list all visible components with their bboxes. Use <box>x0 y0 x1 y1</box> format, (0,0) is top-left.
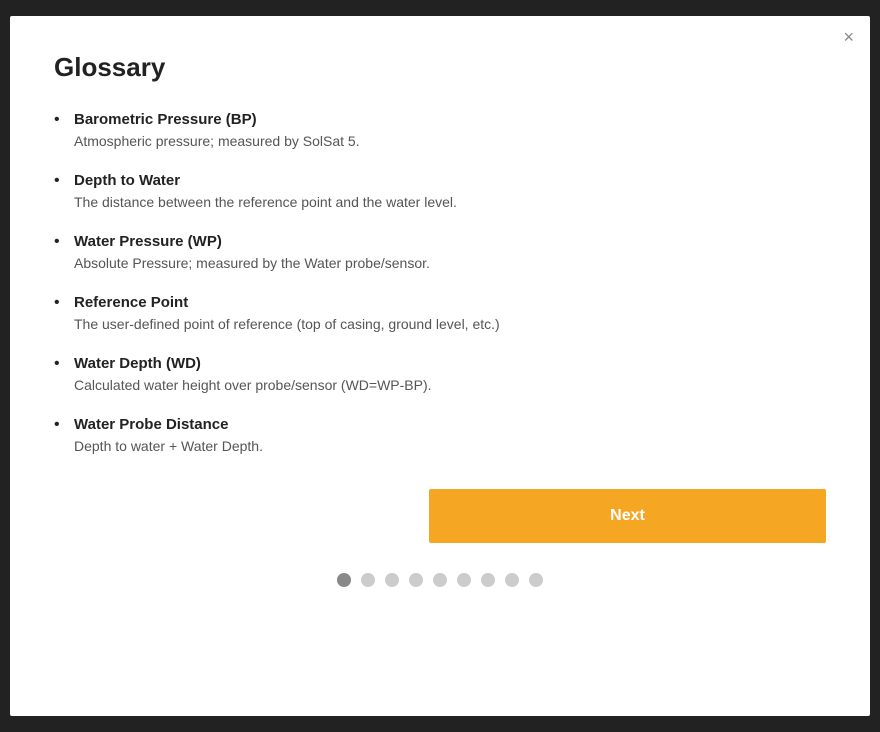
close-button[interactable]: × <box>843 28 854 46</box>
pagination-dot[interactable] <box>529 573 543 587</box>
glossary-term: Water Probe Distance <box>74 416 826 433</box>
glossary-term: Barometric Pressure (BP) <box>74 111 826 128</box>
modal-dialog: × Glossary Barometric Pressure (BP) Atmos… <box>10 16 870 716</box>
glossary-item: Water Pressure (WP) Absolute Pressure; me… <box>54 233 826 274</box>
modal-overlay: × Glossary Barometric Pressure (BP) Atmos… <box>0 0 880 732</box>
glossary-term: Water Pressure (WP) <box>74 233 826 250</box>
pagination-dot[interactable] <box>409 573 423 587</box>
pagination-dot[interactable] <box>433 573 447 587</box>
glossary-item: Water Probe Distance Depth to water + Wat… <box>54 416 826 457</box>
glossary-definition: The user-defined point of reference (top… <box>74 314 826 335</box>
glossary-item: Reference Point The user-defined point of… <box>54 294 826 335</box>
pagination-dot[interactable] <box>505 573 519 587</box>
pagination-dot[interactable] <box>337 573 351 587</box>
glossary-item: Depth to Water The distance between the r… <box>54 172 826 213</box>
glossary-item: Water Depth (WD) Calculated water height … <box>54 355 826 396</box>
pagination-dot[interactable] <box>385 573 399 587</box>
pagination-dots <box>54 573 826 587</box>
modal-title: Glossary <box>54 52 826 83</box>
glossary-definition: Atmospheric pressure; measured by SolSat… <box>74 131 826 152</box>
glossary-definition: Absolute Pressure; measured by the Water… <box>74 253 826 274</box>
glossary-definition: The distance between the reference point… <box>74 192 826 213</box>
glossary-definition: Calculated water height over probe/senso… <box>74 375 826 396</box>
glossary-term: Depth to Water <box>74 172 826 189</box>
glossary-item: Barometric Pressure (BP) Atmospheric pres… <box>54 111 826 152</box>
glossary-term: Reference Point <box>74 294 826 311</box>
glossary-term: Water Depth (WD) <box>74 355 826 372</box>
pagination-dot[interactable] <box>361 573 375 587</box>
glossary-definition: Depth to water + Water Depth. <box>74 436 826 457</box>
pagination-dot[interactable] <box>457 573 471 587</box>
next-button[interactable]: Next <box>429 489 826 543</box>
pagination-dot[interactable] <box>481 573 495 587</box>
glossary-list: Barometric Pressure (BP) Atmospheric pres… <box>54 111 826 457</box>
